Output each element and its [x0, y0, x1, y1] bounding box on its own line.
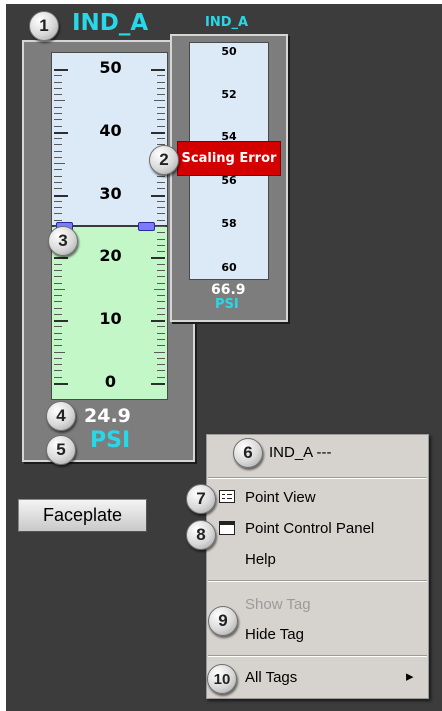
menu-separator-2: [208, 580, 427, 582]
screenshot-canvas: IND_A 50 40 30 20 10 0 24.9 PSI IND_A 50…: [0, 0, 442, 711]
scale-tick: [54, 295, 62, 297]
submenu-arrow-icon: ▸: [406, 668, 414, 685]
scale-label-50: 50: [99, 58, 122, 77]
scale-tick: [157, 213, 165, 215]
main-indicator-ticks-right: [151, 53, 167, 399]
scale-tick: [157, 276, 165, 278]
scale-tick: [54, 112, 62, 114]
callout-10: 10: [207, 664, 237, 694]
scale-label-10: 10: [99, 309, 122, 328]
scale-label-30: 30: [99, 184, 122, 203]
scale-tick: [157, 106, 165, 108]
scale-tick: [54, 144, 62, 146]
context-menu-header: IND_A ---: [269, 444, 332, 461]
menu-item-show-tag: Show Tag: [245, 596, 311, 613]
menu-separator-3: [208, 655, 427, 657]
scale-tick: [157, 182, 165, 184]
small-scale-label-58: 58: [221, 217, 237, 230]
scale-tick: [54, 169, 62, 171]
menu-item-point-view[interactable]: Point View: [245, 489, 316, 506]
callout-7: 7: [186, 484, 216, 514]
small-indicator-unit: PSI: [215, 297, 239, 312]
menu-item-hide-tag[interactable]: Hide Tag: [245, 626, 304, 643]
small-indicator-value: 66.9: [211, 282, 246, 298]
scale-tick: [54, 345, 62, 347]
scale-tick: [54, 269, 62, 271]
scale-tick: [54, 182, 62, 184]
scale-tick: [157, 232, 165, 234]
scale-tick: [54, 106, 62, 108]
scale-tick: [54, 276, 62, 278]
scale-tick: [54, 156, 62, 158]
callout-4: 4: [46, 401, 76, 431]
scale-tick: [157, 207, 165, 209]
scale-label-40: 40: [99, 121, 122, 140]
scale-tick: [157, 87, 165, 89]
scale-tick: [157, 94, 165, 96]
main-indicator-tag: IND_A: [72, 10, 149, 36]
scale-tick: [54, 357, 62, 359]
menu-item-all-tags[interactable]: All Tags: [245, 669, 297, 686]
callout-8: 8: [186, 520, 216, 550]
small-scale-label-50: 50: [221, 45, 237, 58]
scale-tick: [54, 163, 65, 165]
scale-label-0: 0: [104, 372, 117, 391]
scale-tick: [54, 175, 62, 177]
scale-tick: [54, 219, 62, 221]
scale-tick: [157, 357, 165, 359]
menu-separator-1: [208, 477, 427, 479]
scale-tick: [157, 295, 165, 297]
scale-tick: [154, 226, 165, 227]
scale-tick: [54, 81, 62, 83]
scale-tick: [54, 100, 65, 102]
main-indicator-unit: PSI: [90, 428, 131, 453]
scale-tick: [157, 269, 165, 271]
scale-tick: [54, 87, 62, 89]
small-scale-label-60: 60: [221, 261, 237, 274]
scale-tick: [54, 207, 62, 209]
scale-tick: [54, 282, 62, 284]
callout-9: 9: [208, 606, 238, 636]
point-view-icon: [219, 490, 235, 503]
main-indicator-value: 24.9: [84, 405, 131, 427]
scale-tick: [154, 100, 165, 102]
scale-tick: [54, 332, 62, 334]
scale-tick: [154, 351, 165, 353]
scale-tick: [54, 213, 62, 215]
callout-6: 6: [233, 438, 263, 468]
callout-1: 1: [29, 11, 59, 41]
scale-tick: [54, 301, 62, 303]
level-marker-right: [138, 222, 155, 231]
scale-tick: [54, 150, 62, 152]
scale-tick: [157, 332, 165, 334]
scale-tick: [157, 112, 165, 114]
scale-tick: [54, 339, 62, 341]
scale-tick: [54, 364, 62, 366]
callout-5: 5: [46, 435, 76, 465]
scaling-error-badge: Scaling Error: [177, 141, 281, 176]
faceplate-button[interactable]: Faceplate: [18, 499, 147, 532]
small-indicator-tag: IND_A: [205, 15, 249, 30]
scale-tick: [157, 219, 165, 221]
menu-item-help[interactable]: Help: [245, 551, 276, 568]
callout-2: 2: [149, 145, 179, 175]
scale-tick: [157, 175, 165, 177]
point-control-panel-icon: [219, 521, 235, 535]
context-menu: [206, 434, 429, 699]
scale-tick: [157, 81, 165, 83]
scale-tick: [154, 288, 165, 290]
scale-tick: [157, 238, 165, 240]
callout-3: 3: [48, 226, 78, 256]
scale-tick: [157, 364, 165, 366]
scale-tick: [54, 94, 62, 96]
scale-tick: [54, 288, 65, 290]
scale-tick: [157, 301, 165, 303]
scale-tick: [54, 351, 65, 353]
scale-tick: [157, 339, 165, 341]
scale-tick: [157, 282, 165, 284]
menu-item-point-control-panel[interactable]: Point Control Panel: [245, 520, 374, 537]
small-scale-label-52: 52: [221, 88, 237, 101]
scale-tick: [157, 345, 165, 347]
